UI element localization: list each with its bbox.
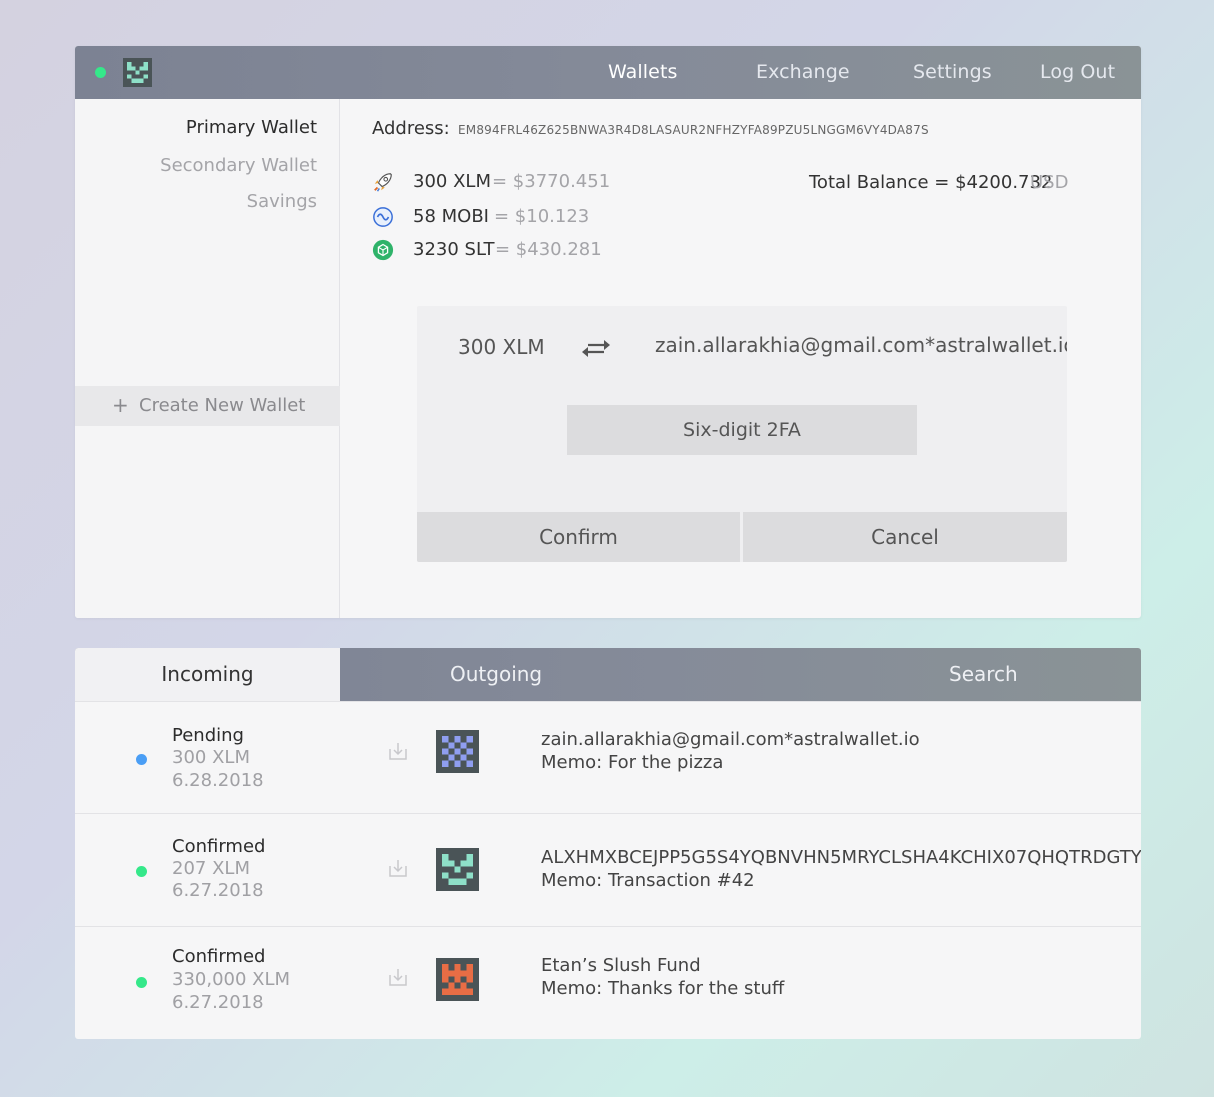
asset-amount: 3230 SLT bbox=[413, 239, 495, 260]
top-nav-bar: Wallets Exchange Settings Log Out bbox=[75, 46, 1141, 99]
transaction-amount: 300 XLM bbox=[172, 747, 250, 768]
tab-incoming[interactable]: Incoming bbox=[75, 648, 340, 701]
tab-search[interactable]: Search bbox=[949, 662, 1018, 686]
transaction-row[interactable]: Confirmed 330,000 XLM 6.27.2018 Etan’s S… bbox=[75, 926, 1141, 1038]
download-icon[interactable] bbox=[388, 858, 408, 878]
app-logo-icon[interactable] bbox=[123, 58, 152, 87]
send-confirmation-card: 300 XLM zain.allarakhia@gmail.com*astral… bbox=[417, 306, 1067, 562]
transaction-counterparty: Etan’s Slush Fund bbox=[541, 955, 701, 976]
wallet-address[interactable]: EM894FRL46Z625BNWA3R4D8LASAUR2NFHZYFA89P… bbox=[458, 123, 929, 137]
create-new-wallet-label: Create New Wallet bbox=[139, 395, 306, 416]
avatar bbox=[436, 958, 479, 1001]
tab-outgoing[interactable]: Outgoing bbox=[450, 662, 542, 686]
transaction-memo: Memo: Transaction #42 bbox=[541, 870, 755, 891]
sidebar-item-savings[interactable]: Savings bbox=[247, 191, 317, 212]
avatar bbox=[436, 848, 479, 891]
transactions-panel: Incoming Outgoing Search Pending 300 XLM… bbox=[75, 648, 1141, 1039]
wallet-panel: Wallets Exchange Settings Log Out Primar… bbox=[75, 46, 1141, 618]
transaction-date: 6.28.2018 bbox=[172, 770, 264, 791]
transaction-status: Confirmed bbox=[172, 836, 266, 857]
total-balance: Total Balance = $4200.732 bbox=[809, 172, 1053, 193]
transaction-status: Pending bbox=[172, 725, 244, 746]
nav-exchange[interactable]: Exchange bbox=[756, 61, 850, 83]
plus-icon: + bbox=[112, 393, 129, 417]
asset-amount: 300 XLM bbox=[413, 171, 491, 192]
total-balance-currency: USD bbox=[1030, 172, 1069, 193]
send-amount: 300 XLM bbox=[458, 335, 545, 359]
transaction-memo: Memo: Thanks for the stuff bbox=[541, 978, 785, 999]
transaction-date: 6.27.2018 bbox=[172, 992, 264, 1013]
transaction-counterparty: zain.allarakhia@gmail.com*astralwallet.i… bbox=[541, 729, 920, 750]
confirm-button[interactable]: Confirm bbox=[417, 512, 740, 562]
mobi-icon bbox=[373, 207, 393, 227]
download-icon[interactable] bbox=[388, 741, 408, 761]
twofa-code-input[interactable] bbox=[567, 405, 917, 455]
confirmed-status-dot bbox=[136, 977, 147, 988]
sidebar-item-primary-wallet[interactable]: Primary Wallet bbox=[186, 117, 317, 138]
transaction-date: 6.27.2018 bbox=[172, 880, 264, 901]
pending-status-dot bbox=[136, 754, 147, 765]
download-icon[interactable] bbox=[388, 967, 408, 987]
sidebar-item-secondary-wallet[interactable]: Secondary Wallet bbox=[160, 155, 317, 176]
slt-icon bbox=[372, 239, 394, 261]
nav-settings[interactable]: Settings bbox=[913, 61, 992, 83]
nav-log-out[interactable]: Log Out bbox=[1040, 61, 1115, 83]
swap-arrows-icon[interactable] bbox=[580, 337, 612, 359]
asset-usd-value: = $430.281 bbox=[495, 239, 602, 260]
address-label: Address: bbox=[372, 118, 450, 139]
connection-status-dot bbox=[95, 67, 106, 78]
transactions-tab-bar: Incoming Outgoing Search bbox=[75, 648, 1141, 701]
transaction-row[interactable]: Confirmed 207 XLM 6.27.2018 ALXHMXBCEJPP… bbox=[75, 813, 1141, 925]
rocket-icon bbox=[374, 173, 392, 192]
wallet-sidebar: Primary Wallet Secondary Wallet Savings … bbox=[75, 99, 340, 618]
transaction-amount: 207 XLM bbox=[172, 858, 250, 879]
transaction-row[interactable]: Pending 300 XLM 6.28.2018 zain.allarakhi… bbox=[75, 701, 1141, 813]
transaction-counterparty: ALXHMXBCEJPP5G5S4YQBNVHN5MRYCLSHA4KCHIX0… bbox=[541, 847, 1141, 868]
cancel-button[interactable]: Cancel bbox=[743, 512, 1067, 562]
asset-usd-value: = $3770.451 bbox=[492, 171, 611, 192]
nav-wallets[interactable]: Wallets bbox=[608, 61, 678, 83]
avatar bbox=[436, 730, 479, 773]
confirmed-status-dot bbox=[136, 866, 147, 877]
transaction-memo: Memo: For the pizza bbox=[541, 752, 724, 773]
transaction-status: Confirmed bbox=[172, 946, 266, 967]
create-new-wallet-button[interactable]: + Create New Wallet bbox=[75, 386, 340, 426]
asset-usd-value: = $10.123 bbox=[494, 206, 590, 227]
transaction-amount: 330,000 XLM bbox=[172, 969, 291, 990]
asset-amount: 58 MOBI bbox=[413, 206, 489, 227]
send-recipient: zain.allarakhia@gmail.com*astralwallet.i… bbox=[655, 333, 1067, 357]
